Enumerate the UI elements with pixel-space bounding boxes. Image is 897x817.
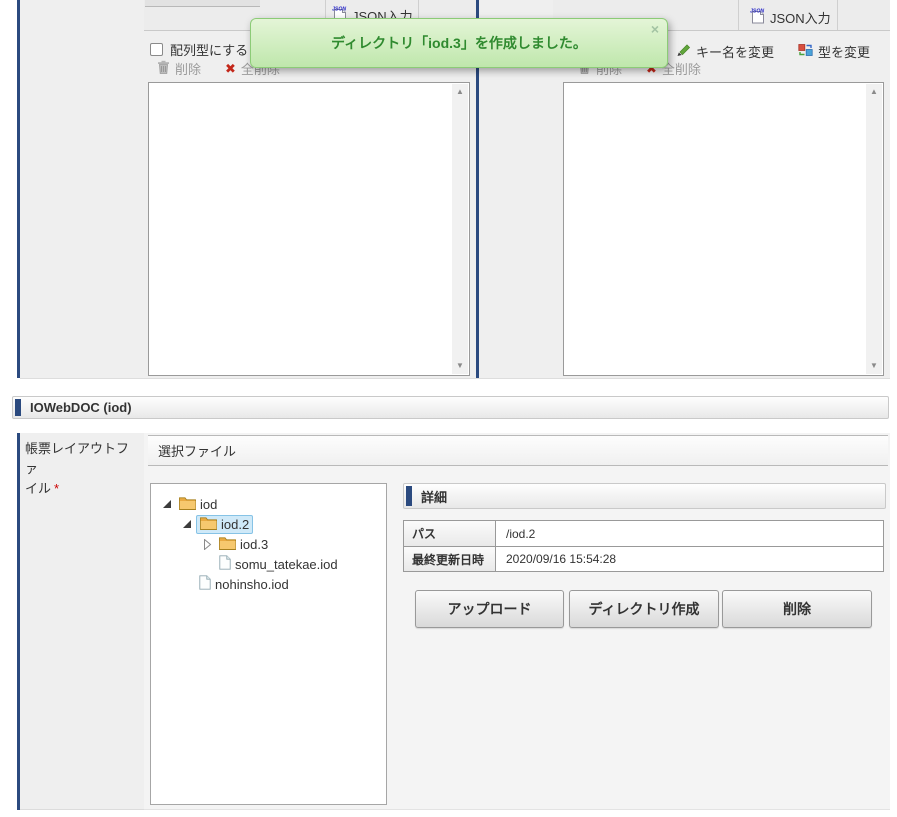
tree-node-label: nohinsho.iod [215,577,289,592]
required-mark: * [54,481,59,496]
tree-node[interactable]: iod.2 [151,514,386,534]
file-tree: iod iod.2 iod.3 somu_tatekae.iod [150,483,387,805]
change-type-button[interactable]: 型を変更 [818,42,870,61]
delete-button[interactable]: 削除 [175,59,201,78]
file-select-section: 選択ファイル iod iod.2 iod.3 [144,433,890,810]
toast-message: ディレクトリ「iod.3」を作成しました。 [331,33,587,53]
folder-icon [219,536,236,553]
tree-node[interactable]: somu_tatekae.iod [151,554,386,574]
field-label-layout-file: 帳票レイアウトファ イル* [20,433,144,810]
scroll-down-arrow[interactable]: ▼ [866,358,882,374]
json-input-label: JSON入力 [770,8,831,27]
expanded-arrow-icon[interactable] [181,519,192,529]
last-modified-value: 2020/09/16 15:54:28 [496,547,883,571]
tree-node-label: iod [200,497,217,512]
table-row: パス /iod.2 [404,521,883,546]
selected-tree-node[interactable]: iod.2 [196,515,253,534]
create-directory-button[interactable]: ディレクトリ作成 [569,590,719,628]
svg-text:JSON: JSON [332,7,346,13]
scroll-up-arrow[interactable]: ▲ [866,84,882,100]
scrollbar[interactable]: ▲ ▼ [866,84,882,374]
toolbar-separator [837,0,838,30]
json-file-icon: JSON [750,7,765,27]
tree-node-label: iod.2 [221,517,249,532]
cropped-control [145,0,260,7]
folder-icon [179,496,196,513]
scroll-up-arrow[interactable]: ▲ [452,84,468,100]
success-toast: ディレクトリ「iod.3」を作成しました。 × [250,18,668,68]
last-modified-label: 最終更新日時 [404,547,496,571]
rename-key-button[interactable]: キー名を変更 [696,42,774,61]
change-type-icon [798,43,813,60]
toolbar-separator [738,0,739,30]
tree-node[interactable]: iod.3 [151,534,386,554]
file-select-header: 選択ファイル [148,435,888,466]
svg-text:JSON: JSON [750,9,764,15]
section-title: IOWebDOC (iod) [30,400,132,415]
path-value: /iod.2 [496,521,883,546]
json-content-area-right[interactable]: ▲ ▼ [563,82,884,376]
file-icon [219,555,231,573]
header-accent-bar [406,486,412,506]
json-content-area-left[interactable]: ▲ ▼ [148,82,470,376]
delete-all-icon: ✖ [225,62,236,75]
trash-icon [157,60,170,78]
file-icon [199,575,211,593]
left-field-label-column [20,0,144,378]
scrollbar[interactable]: ▲ ▼ [452,84,468,374]
section-header-iowebdoc: IOWebDOC (iod) [12,396,889,419]
expanded-arrow-icon[interactable] [161,499,172,509]
close-icon[interactable]: × [651,21,659,37]
header-accent-bar [15,399,21,416]
path-label: パス [404,521,496,546]
collapsed-arrow-icon[interactable] [201,539,212,550]
tree-node-label: somu_tatekae.iod [235,557,338,572]
details-table: パス /iod.2 最終更新日時 2020/09/16 15:54:28 [403,520,884,572]
table-row: 最終更新日時 2020/09/16 15:54:28 [404,546,883,571]
details-title: 詳細 [421,487,447,506]
array-type-label: 配列型にする [170,40,248,59]
section-divider [20,378,890,379]
delete-button[interactable]: 削除 [722,590,872,628]
tree-node[interactable]: nohinsho.iod [151,574,386,594]
field-label-line1: 帳票レイアウトファ [25,439,140,479]
details-header: 詳細 [403,483,886,509]
folder-icon [200,516,217,533]
array-type-checkbox[interactable] [150,43,163,56]
upload-button[interactable]: アップロード [415,590,564,628]
pencil-icon [676,43,691,60]
json-input-button[interactable]: JSON JSON入力 [750,7,831,27]
scroll-down-arrow[interactable]: ▼ [452,358,468,374]
tree-node-label: iod.3 [240,537,268,552]
field-label-line2: イル* [25,479,140,499]
tree-node[interactable]: iod [151,494,386,514]
